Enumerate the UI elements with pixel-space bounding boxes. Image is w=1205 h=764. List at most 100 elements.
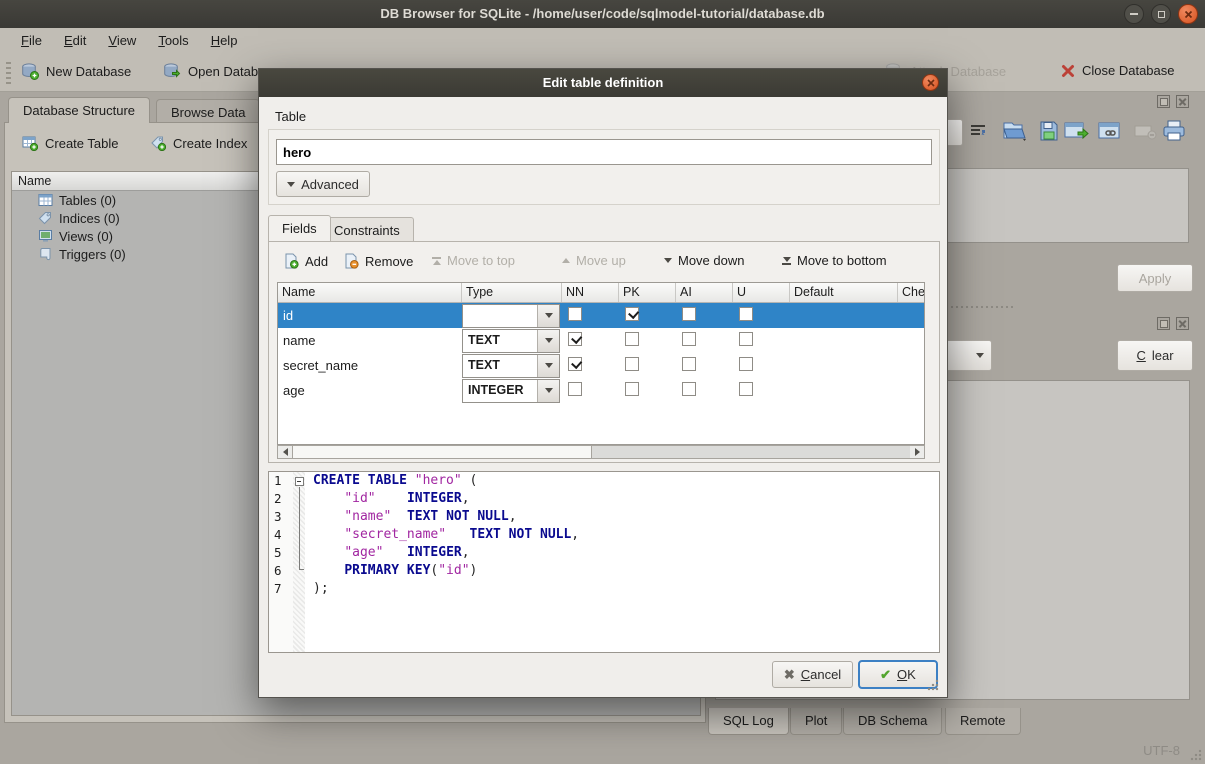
menu-help[interactable]: Help — [200, 30, 249, 52]
column-header-check[interactable]: Check — [898, 283, 924, 302]
maximize-button[interactable] — [1151, 4, 1171, 24]
move-up-button[interactable]: Move up — [562, 253, 626, 268]
pk-checkbox[interactable] — [625, 382, 639, 396]
field-type-select[interactable]: INTEGER — [462, 304, 560, 328]
dock-float-button[interactable] — [1157, 95, 1170, 108]
window-resize-grip[interactable] — [1190, 749, 1202, 761]
tables-icon — [38, 193, 53, 207]
scroll-left-icon[interactable] — [278, 446, 292, 458]
column-header-default[interactable]: Default — [790, 283, 898, 302]
ai-checkbox[interactable] — [682, 382, 696, 396]
move-down-icon — [664, 258, 672, 263]
ai-checkbox[interactable] — [682, 332, 696, 346]
chevron-down-icon — [537, 380, 559, 402]
sqllog-close-button[interactable] — [1176, 317, 1189, 330]
encoding-indicator[interactable]: UTF-8 — [1100, 743, 1180, 758]
print-cell-icon[interactable] — [1162, 120, 1186, 142]
nn-checkbox[interactable] — [568, 382, 582, 396]
tab-remote[interactable]: Remote — [945, 708, 1021, 735]
ai-checkbox[interactable] — [682, 307, 696, 321]
close-icon — [927, 79, 935, 87]
clear-log-button[interactable]: Clear — [1117, 340, 1193, 371]
sqllog-float-button[interactable] — [1157, 317, 1170, 330]
close-button[interactable] — [1178, 4, 1198, 24]
add-icon — [283, 253, 299, 269]
menu-file[interactable]: File — [10, 30, 53, 52]
sql-preview-editor[interactable]: 1 2 3 4 5 6 7 CREATE TABLE "hero" ( "id"… — [268, 471, 940, 653]
menu-view[interactable]: View — [97, 30, 147, 52]
new-database-button[interactable]: New Database — [16, 60, 136, 83]
move-to-bottom-button[interactable]: Move to bottom — [782, 253, 887, 268]
field-row-id[interactable]: id INTEGER — [278, 303, 924, 328]
column-header-ai[interactable]: AI — [676, 283, 733, 302]
ai-checkbox[interactable] — [682, 357, 696, 371]
advanced-toggle-button[interactable]: Advanced — [276, 171, 370, 197]
word-wrap-icon[interactable] — [968, 122, 988, 140]
create-table-button[interactable]: Create Table — [17, 132, 123, 154]
tab-fields[interactable]: Fields — [268, 215, 331, 241]
menu-tools[interactable]: Tools — [147, 30, 199, 52]
dialog-close-button[interactable] — [922, 74, 939, 91]
u-checkbox[interactable] — [739, 307, 753, 321]
scrollbar-thumb[interactable] — [292, 446, 592, 458]
table-name-input[interactable] — [276, 139, 932, 165]
field-row-name[interactable]: name TEXT — [278, 328, 924, 353]
tab-db-schema[interactable]: DB Schema — [843, 708, 942, 735]
export-cell-button[interactable] — [1038, 120, 1060, 142]
apply-cell-icon[interactable] — [1064, 122, 1090, 142]
remove-field-button[interactable]: Remove — [343, 253, 413, 269]
field-row-secret-name[interactable]: secret_name TEXT — [278, 353, 924, 378]
dock-close-button[interactable] — [1176, 95, 1189, 108]
column-header-type[interactable]: Type — [462, 283, 562, 302]
field-type-select[interactable]: INTEGER — [462, 379, 560, 403]
u-checkbox[interactable] — [739, 332, 753, 346]
menu-edit[interactable]: Edit — [53, 30, 97, 52]
fold-collapse-icon[interactable] — [295, 477, 304, 486]
toolbar-drag-handle[interactable] — [6, 62, 11, 84]
ok-button[interactable]: ✔ OK — [859, 661, 937, 688]
tab-sql-log[interactable]: SQL Log — [708, 708, 789, 735]
pk-checkbox[interactable] — [625, 357, 639, 371]
close-database-icon — [1061, 64, 1075, 78]
scroll-right-icon[interactable] — [910, 446, 924, 458]
column-header-nn[interactable]: NN — [562, 283, 619, 302]
dialog-resize-grip[interactable] — [927, 679, 939, 691]
field-name-cell[interactable]: secret_name — [278, 358, 462, 373]
apply-cell-button[interactable]: Apply — [1117, 264, 1193, 292]
u-checkbox[interactable] — [739, 382, 753, 396]
move-to-top-button[interactable]: Move to top — [432, 253, 515, 268]
pk-checkbox[interactable] — [625, 332, 639, 346]
column-header-name[interactable]: Name — [278, 283, 462, 302]
dialog-titlebar[interactable]: Edit table definition — [259, 69, 947, 97]
window-titlebar[interactable]: DB Browser for SQLite - /home/user/code/… — [0, 0, 1205, 28]
column-header-u[interactable]: U — [733, 283, 790, 302]
field-name-cell[interactable]: id — [278, 308, 462, 323]
tab-constraints[interactable]: Constraints — [320, 217, 414, 243]
field-type-select[interactable]: TEXT — [462, 354, 560, 378]
nn-checkbox[interactable] — [568, 332, 582, 346]
triggers-icon — [38, 247, 53, 261]
field-row-age[interactable]: age INTEGER — [278, 378, 924, 403]
open-in-external-icon[interactable] — [1098, 122, 1124, 142]
pk-checkbox[interactable] — [625, 307, 639, 321]
add-field-button[interactable]: Add — [283, 253, 328, 269]
move-down-button[interactable]: Move down — [664, 253, 744, 268]
create-index-button[interactable]: Create Index — [145, 132, 252, 154]
tab-database-structure[interactable]: Database Structure — [8, 97, 150, 123]
edit-table-dialog: Edit table definition Table Advanced Fie… — [258, 68, 948, 698]
close-database-button[interactable]: Close Database — [1056, 60, 1180, 81]
cancel-button[interactable]: ✖ Cancel — [772, 661, 853, 688]
field-name-cell[interactable]: age — [278, 383, 462, 398]
nn-checkbox[interactable] — [568, 307, 582, 321]
set-null-icon[interactable] — [1134, 124, 1158, 140]
field-type-select[interactable]: TEXT — [462, 329, 560, 353]
minimize-button[interactable] — [1124, 4, 1144, 24]
field-name-cell[interactable]: name — [278, 333, 462, 348]
import-cell-button[interactable] — [1002, 120, 1030, 142]
fields-horizontal-scrollbar[interactable] — [277, 445, 925, 459]
nn-checkbox[interactable] — [568, 357, 582, 371]
dock-splitter-handle[interactable] — [946, 306, 1016, 308]
column-header-pk[interactable]: PK — [619, 283, 676, 302]
tab-plot[interactable]: Plot — [790, 708, 842, 735]
u-checkbox[interactable] — [739, 357, 753, 371]
